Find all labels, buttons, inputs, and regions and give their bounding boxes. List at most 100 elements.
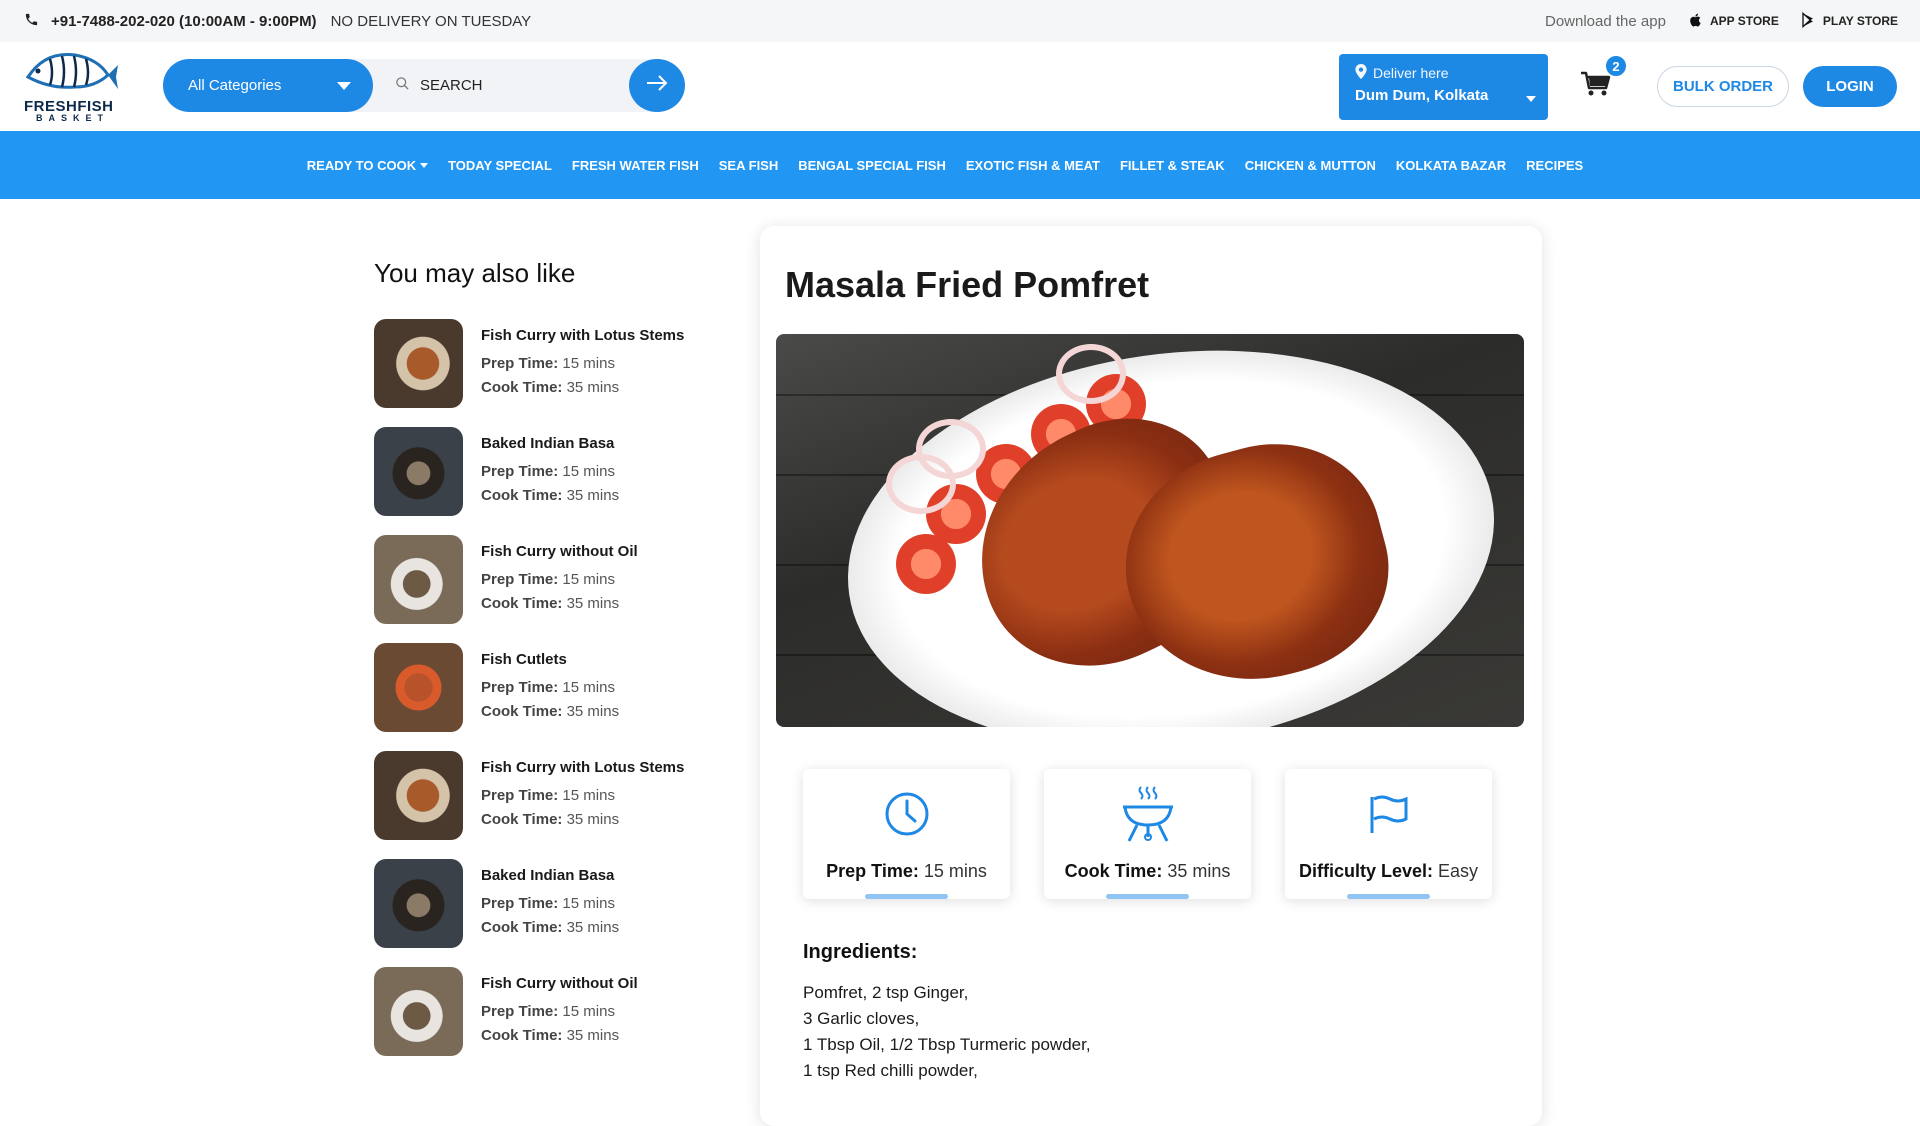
deliver-location-selector[interactable]: Deliver here Dum Dum, Kolkata xyxy=(1339,54,1548,120)
ingredient-line: Pomfret, 2 tsp Ginger, xyxy=(803,983,969,1002)
login-button[interactable]: LOGIN xyxy=(1803,66,1897,107)
logo-text-basket: BASKET xyxy=(36,112,110,123)
search-input[interactable] xyxy=(420,77,600,94)
prep-time-value: 15 mins xyxy=(562,679,615,696)
list-item[interactable]: Baked Indian Basa Prep Time: 15 mins Coo… xyxy=(374,859,734,967)
prep-time-label: Prep Time: xyxy=(481,355,559,372)
accent-bar xyxy=(1347,894,1430,899)
cook-time-label: Cook Time: xyxy=(481,487,563,504)
apple-icon xyxy=(1688,11,1704,32)
difficulty-value: Easy xyxy=(1438,861,1479,881)
recipe-title: Baked Indian Basa xyxy=(481,867,615,884)
cook-time-value: 35 mins xyxy=(566,379,620,396)
cart-count-badge: 2 xyxy=(1604,54,1628,78)
nav-item-label: READY TO COOK xyxy=(306,157,417,173)
recipe-thumbnail xyxy=(374,427,463,516)
nav-item-today-special[interactable]: TODAY SPECIAL xyxy=(448,158,552,173)
recipe-title: Fish Curry without Oil xyxy=(481,543,638,560)
cook-time-card: Cook Time: 35 mins xyxy=(1044,769,1251,899)
cook-time-label: Cook Time: xyxy=(481,379,563,396)
ingredients-list: Pomfret, 2 tsp Ginger, 3 Garlic cloves, … xyxy=(803,980,1542,1084)
cook-time-value: 35 mins xyxy=(566,595,620,612)
play-store-label: PLAY STORE xyxy=(1822,14,1898,28)
recipe-title: Baked Indian Basa xyxy=(481,435,615,452)
cook-time-value: 35 mins xyxy=(566,487,620,504)
recipe-thumbnail xyxy=(374,535,463,624)
cook-time-value: 35 mins xyxy=(566,1027,620,1044)
app-store-link[interactable]: APP STORE xyxy=(1688,11,1779,32)
nav-item-chicken-mutton[interactable]: CHICKEN & MUTTON xyxy=(1245,158,1376,173)
recipe-title: Fish Curry without Oil xyxy=(481,975,638,992)
nav-item-kolkata-bazar[interactable]: KOLKATA BAZAR xyxy=(1396,158,1506,173)
ingredient-line: 1 Tbsp Oil, 1/2 Tbsp Turmeric powder, xyxy=(803,1035,1091,1054)
difficulty-card: Difficulty Level: Easy xyxy=(1285,769,1492,899)
prep-time-value: 15 mins xyxy=(562,355,615,372)
ingredients-section: Ingredients: Pomfret, 2 tsp Ginger, 3 Ga… xyxy=(803,941,1542,1084)
category-dropdown[interactable]: All Categories xyxy=(163,59,373,112)
cart-icon xyxy=(1580,71,1612,102)
cook-time-label: Cook Time: xyxy=(481,919,563,936)
ingredient-line: 1 tsp Red chilli powder, xyxy=(803,1061,978,1080)
prep-time-label: Prep Time: xyxy=(481,1003,559,1020)
prep-time-label: Prep Time: xyxy=(481,463,559,480)
recipe-stats: Prep Time: 15 mins Cook Time: 35 mins Di… xyxy=(803,769,1542,899)
cook-time-label: Cook Time: xyxy=(481,1027,563,1044)
prep-time-label: Prep Time: xyxy=(481,895,559,912)
nav-item-bengal-special-fish[interactable]: BENGAL SPECIAL FISH xyxy=(798,158,946,173)
prep-time-label: Prep Time: xyxy=(826,861,919,881)
fish-logo-icon xyxy=(25,52,118,89)
nav-item-fresh-water-fish[interactable]: FRESH WATER FISH xyxy=(572,158,699,173)
list-item[interactable]: Fish Curry without Oil Prep Time: 15 min… xyxy=(374,535,734,643)
play-store-link[interactable]: PLAY STORE xyxy=(1801,11,1898,32)
related-recipes-list: Fish Curry with Lotus Stems Prep Time: 1… xyxy=(374,319,734,1075)
nav-item-recipes[interactable]: RECIPES xyxy=(1526,158,1583,173)
deliver-location: Dum Dum, Kolkata xyxy=(1355,87,1489,104)
chevron-down-icon xyxy=(337,81,351,90)
recipe-card: Masala Fried Pomfret Prep Time: 15 mins xyxy=(760,226,1542,1126)
prep-time-value: 15 mins xyxy=(562,787,615,804)
phone-icon xyxy=(24,12,39,31)
nav-item-fillet-steak[interactable]: FILLET & STEAK xyxy=(1120,158,1225,173)
phone-number[interactable]: +91-7488-202-020 (10:00AM - 9:00PM) xyxy=(51,13,317,30)
cook-time-label: Cook Time: xyxy=(481,811,563,828)
cook-time-value: 35 mins xyxy=(566,703,620,720)
search-icon xyxy=(395,76,410,95)
site-logo[interactable]: FRESHFISH BASKET xyxy=(20,47,130,127)
recipe-thumbnail xyxy=(374,643,463,732)
prep-time-value: 15 mins xyxy=(562,571,615,588)
clock-icon xyxy=(884,789,930,839)
cook-time-value: 35 mins xyxy=(566,919,620,936)
bulk-order-button[interactable]: BULK ORDER xyxy=(1657,66,1789,107)
difficulty-label: Difficulty Level: xyxy=(1298,861,1433,881)
prep-time-value: 15 mins xyxy=(562,463,615,480)
accent-bar xyxy=(1106,894,1189,899)
cook-time-label: Cook Time: xyxy=(1064,861,1163,881)
recipe-thumbnail xyxy=(374,751,463,840)
nav-item-ready-to-cook[interactable]: READY TO COOK xyxy=(306,157,429,173)
search-submit-button[interactable] xyxy=(629,59,685,112)
download-app-text: Download the app xyxy=(1545,12,1666,30)
list-item[interactable]: Fish Curry without Oil Prep Time: 15 min… xyxy=(374,967,734,1075)
cart-button[interactable]: 2 xyxy=(1580,54,1628,104)
arrow-right-icon xyxy=(646,75,668,96)
related-recipes-sidebar: You may also like Fish Curry with Lotus … xyxy=(374,258,734,1075)
list-item[interactable]: Fish Curry with Lotus Stems Prep Time: 1… xyxy=(374,319,734,427)
recipe-title: Fish Curry with Lotus Stems xyxy=(481,327,685,344)
list-item[interactable]: Fish Cutlets Prep Time: 15 mins Cook Tim… xyxy=(374,643,734,751)
list-item[interactable]: Fish Curry with Lotus Stems Prep Time: 1… xyxy=(374,751,734,859)
nav-item-exotic-fish-meat[interactable]: EXOTIC FISH & MEAT xyxy=(966,158,1100,173)
grill-icon xyxy=(1121,786,1175,842)
deliver-label: Deliver here xyxy=(1373,65,1449,81)
nav-item-sea-fish[interactable]: SEA FISH xyxy=(719,158,778,173)
recipe-thumbnail xyxy=(374,859,463,948)
prep-time-label: Prep Time: xyxy=(481,679,559,696)
chevron-down-icon xyxy=(1526,96,1536,102)
list-item[interactable]: Baked Indian Basa Prep Time: 15 mins Coo… xyxy=(374,427,734,535)
prep-time-value: 15 mins xyxy=(923,861,987,881)
delivery-notice: NO DELIVERY ON TUESDAY xyxy=(330,12,532,30)
search-bar: All Categories xyxy=(163,59,685,112)
category-nav: READY TO COOK TODAY SPECIAL FRESH WATER … xyxy=(0,131,1920,199)
top-bar: +91-7488-202-020 (10:00AM - 9:00PM) NO D… xyxy=(0,0,1920,42)
recipe-title: Fish Curry with Lotus Stems xyxy=(481,759,685,776)
chevron-down-icon xyxy=(420,162,429,168)
